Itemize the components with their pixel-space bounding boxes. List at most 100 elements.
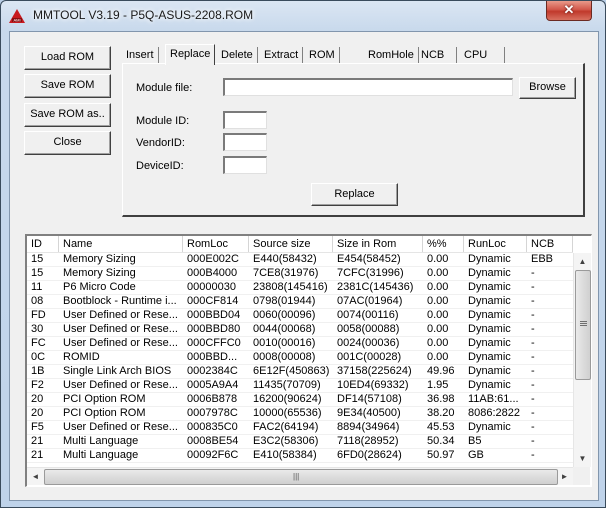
table-row[interactable]: 15 Memory Sizing 000B4000 7CE8(31976) 7CFC(3… [27,267,573,281]
table-row[interactable]: 08 Bootblock - Runtime i... 000CF814 0798(0… [27,295,573,309]
table-cell: 50.34 [427,435,455,447]
tab-extract[interactable]: Extract [260,47,304,64]
table-cell: Dynamic [468,323,511,335]
table-row[interactable]: 15 Memory Sizing 000E002C E440(58432) E454(5… [27,253,573,267]
column-header[interactable]: Name [59,236,183,252]
horizontal-scrollbar[interactable]: ◄ ||| ► [27,467,573,485]
table-cell: Memory Sizing [63,267,136,279]
column-header[interactable]: RomLoc [183,236,249,252]
table-cell: 49.96 [427,365,455,377]
table-cell: 0008(00008) [253,351,316,363]
table-cell: 1.95 [427,379,449,391]
table-cell: - [531,435,535,447]
module-file-input[interactable] [223,78,513,96]
device-id-label: DeviceID: [136,160,184,172]
table-cell: - [531,309,535,321]
column-header[interactable]: Size in Rom [333,236,423,252]
client-area: Load ROM Save ROM Save ROM as.. Close In… [9,31,599,501]
table-cell: E440(58432) [253,253,317,265]
table-cell: - [531,365,535,377]
table-cell: User Defined or Rese... [63,337,178,349]
table-row[interactable]: FC User Defined or Rese... 000CFFC0 0010(00… [27,337,573,351]
tab-rom-info[interactable]: ROM Info [305,47,340,77]
table-cell: ROMID [63,351,100,363]
scroll-left-icon[interactable]: ◄ [27,468,44,485]
table-cell: 08 [31,295,44,307]
save-rom-as-button[interactable]: Save ROM as.. [24,103,111,127]
table-cell: P6 Micro Code [63,281,136,293]
table-cell: 2381C(145436) [337,281,414,293]
table-cell: 0.00 [427,323,449,335]
tab-delete[interactable]: Delete [217,47,258,64]
table-cell: 001C(00028) [337,351,402,363]
close-rom-button[interactable]: Close [24,131,111,155]
tab-romhole[interactable]: RomHole [364,47,419,64]
browse-button[interactable]: Browse [519,77,576,99]
table-cell: 0.00 [427,253,449,265]
table-row[interactable]: 11 P6 Micro Code 00000030 23808(145416) 2381… [27,281,573,295]
table-cell: 0005A9A4 [187,379,239,391]
column-header[interactable]: RunLoc [464,236,527,252]
table-cell: 7CE8(31976) [253,267,319,279]
table-cell: 21 [31,435,44,447]
table-cell: 0798(01944) [253,295,316,307]
table-row[interactable]: 30 User Defined or Rese... 000BBD80 0044(00… [27,323,573,337]
table-cell: 7CFC(31996) [337,267,404,279]
column-header[interactable]: ID [27,236,59,252]
scroll-down-icon[interactable]: ▼ [574,450,591,467]
table-cell: Dynamic [468,267,511,279]
table-row[interactable]: FD User Defined or Rese... 000BBD04 0060(00… [27,309,573,323]
table-row[interactable]: F5 User Defined or Rese... 000835C0 FAC2(64… [27,421,573,435]
table-cell: 36.98 [427,393,455,405]
table-cell: PCI Option ROM [63,407,146,419]
table-cell: 0060(00096) [253,309,316,321]
device-id-input[interactable] [223,156,267,174]
vendor-id-input[interactable] [223,133,267,151]
table-cell: F5 [31,421,44,433]
table-row[interactable]: 20 PCI Option ROM 0006B878 16200(90624) DF14… [27,393,573,407]
replace-button[interactable]: Replace [311,183,398,206]
tab-replace[interactable]: Replace [165,44,216,65]
table-cell: PCI Option ROM [63,393,146,405]
table-row[interactable]: 21 Multi Language 00092F6C E410(58384) 6FD0(… [27,449,573,463]
table-cell: User Defined or Rese... [63,309,178,321]
table-cell: Dynamic [468,253,511,265]
module-id-input[interactable] [223,111,267,129]
horizontal-scroll-thumb[interactable]: ||| [44,469,558,485]
table-row[interactable]: 21 Multi Language 0008BE54 E3C2(58306) 7118(… [27,435,573,449]
scroll-up-icon[interactable]: ▲ [574,253,591,270]
tab-ncb[interactable]: NCB [417,47,458,64]
table-cell: Multi Language [63,435,139,447]
table-cell: 0010(00016) [253,337,316,349]
tab-insert[interactable]: Insert [122,47,159,64]
table-cell: Multi Language [63,449,139,461]
table-cell: 000E002C [187,253,239,265]
column-header[interactable]: NCB [527,236,573,252]
module-list[interactable]: ID Name RomLoc Source size Size in Rom%% RunL… [25,234,592,487]
table-row[interactable]: 1B Single Link Arch BIOS 0002384C 6E12F(450… [27,365,573,379]
table-cell: 000B4000 [187,267,238,279]
table-cell: 0.00 [427,337,449,349]
table-cell: 21 [31,449,44,461]
column-header[interactable]: %% [423,236,464,252]
load-rom-button[interactable]: Load ROM [24,46,111,70]
table-row[interactable]: 20 PCI Option ROM 0007978C 10000(65536) 9E34… [27,407,573,421]
table-cell: - [531,295,535,307]
scroll-right-icon[interactable]: ► [556,468,573,485]
vertical-scroll-thumb[interactable] [575,270,591,380]
table-cell: 0074(00116) [337,309,399,321]
table-cell: - [531,323,535,335]
app-window: AMI MMTOOL V3.19 - P5Q-ASUS-2208.ROM ✕ L… [0,0,606,508]
table-cell: FD [31,309,46,321]
title-bar[interactable]: AMI MMTOOL V3.19 - P5Q-ASUS-2208.ROM ✕ [1,1,605,31]
save-rom-button[interactable]: Save ROM [24,74,111,98]
table-row[interactable]: F2 User Defined or Rese... 0005A9A4 11435(7… [27,379,573,393]
table-cell: Bootblock - Runtime i... [63,295,177,307]
table-cell: 00092F6C [187,449,239,461]
table-row[interactable]: 0C ROMID 000BBD... 0008(00008) 001C(00028) 0.… [27,351,573,365]
vertical-scrollbar[interactable]: ▲ ▼ [573,253,591,467]
tab-cpu-patch[interactable]: CPU PATCH [460,47,505,77]
mmtool-app-icon: AMI [9,9,25,23]
close-window-button[interactable]: ✕ [546,1,592,21]
column-header[interactable]: Source size [249,236,333,252]
